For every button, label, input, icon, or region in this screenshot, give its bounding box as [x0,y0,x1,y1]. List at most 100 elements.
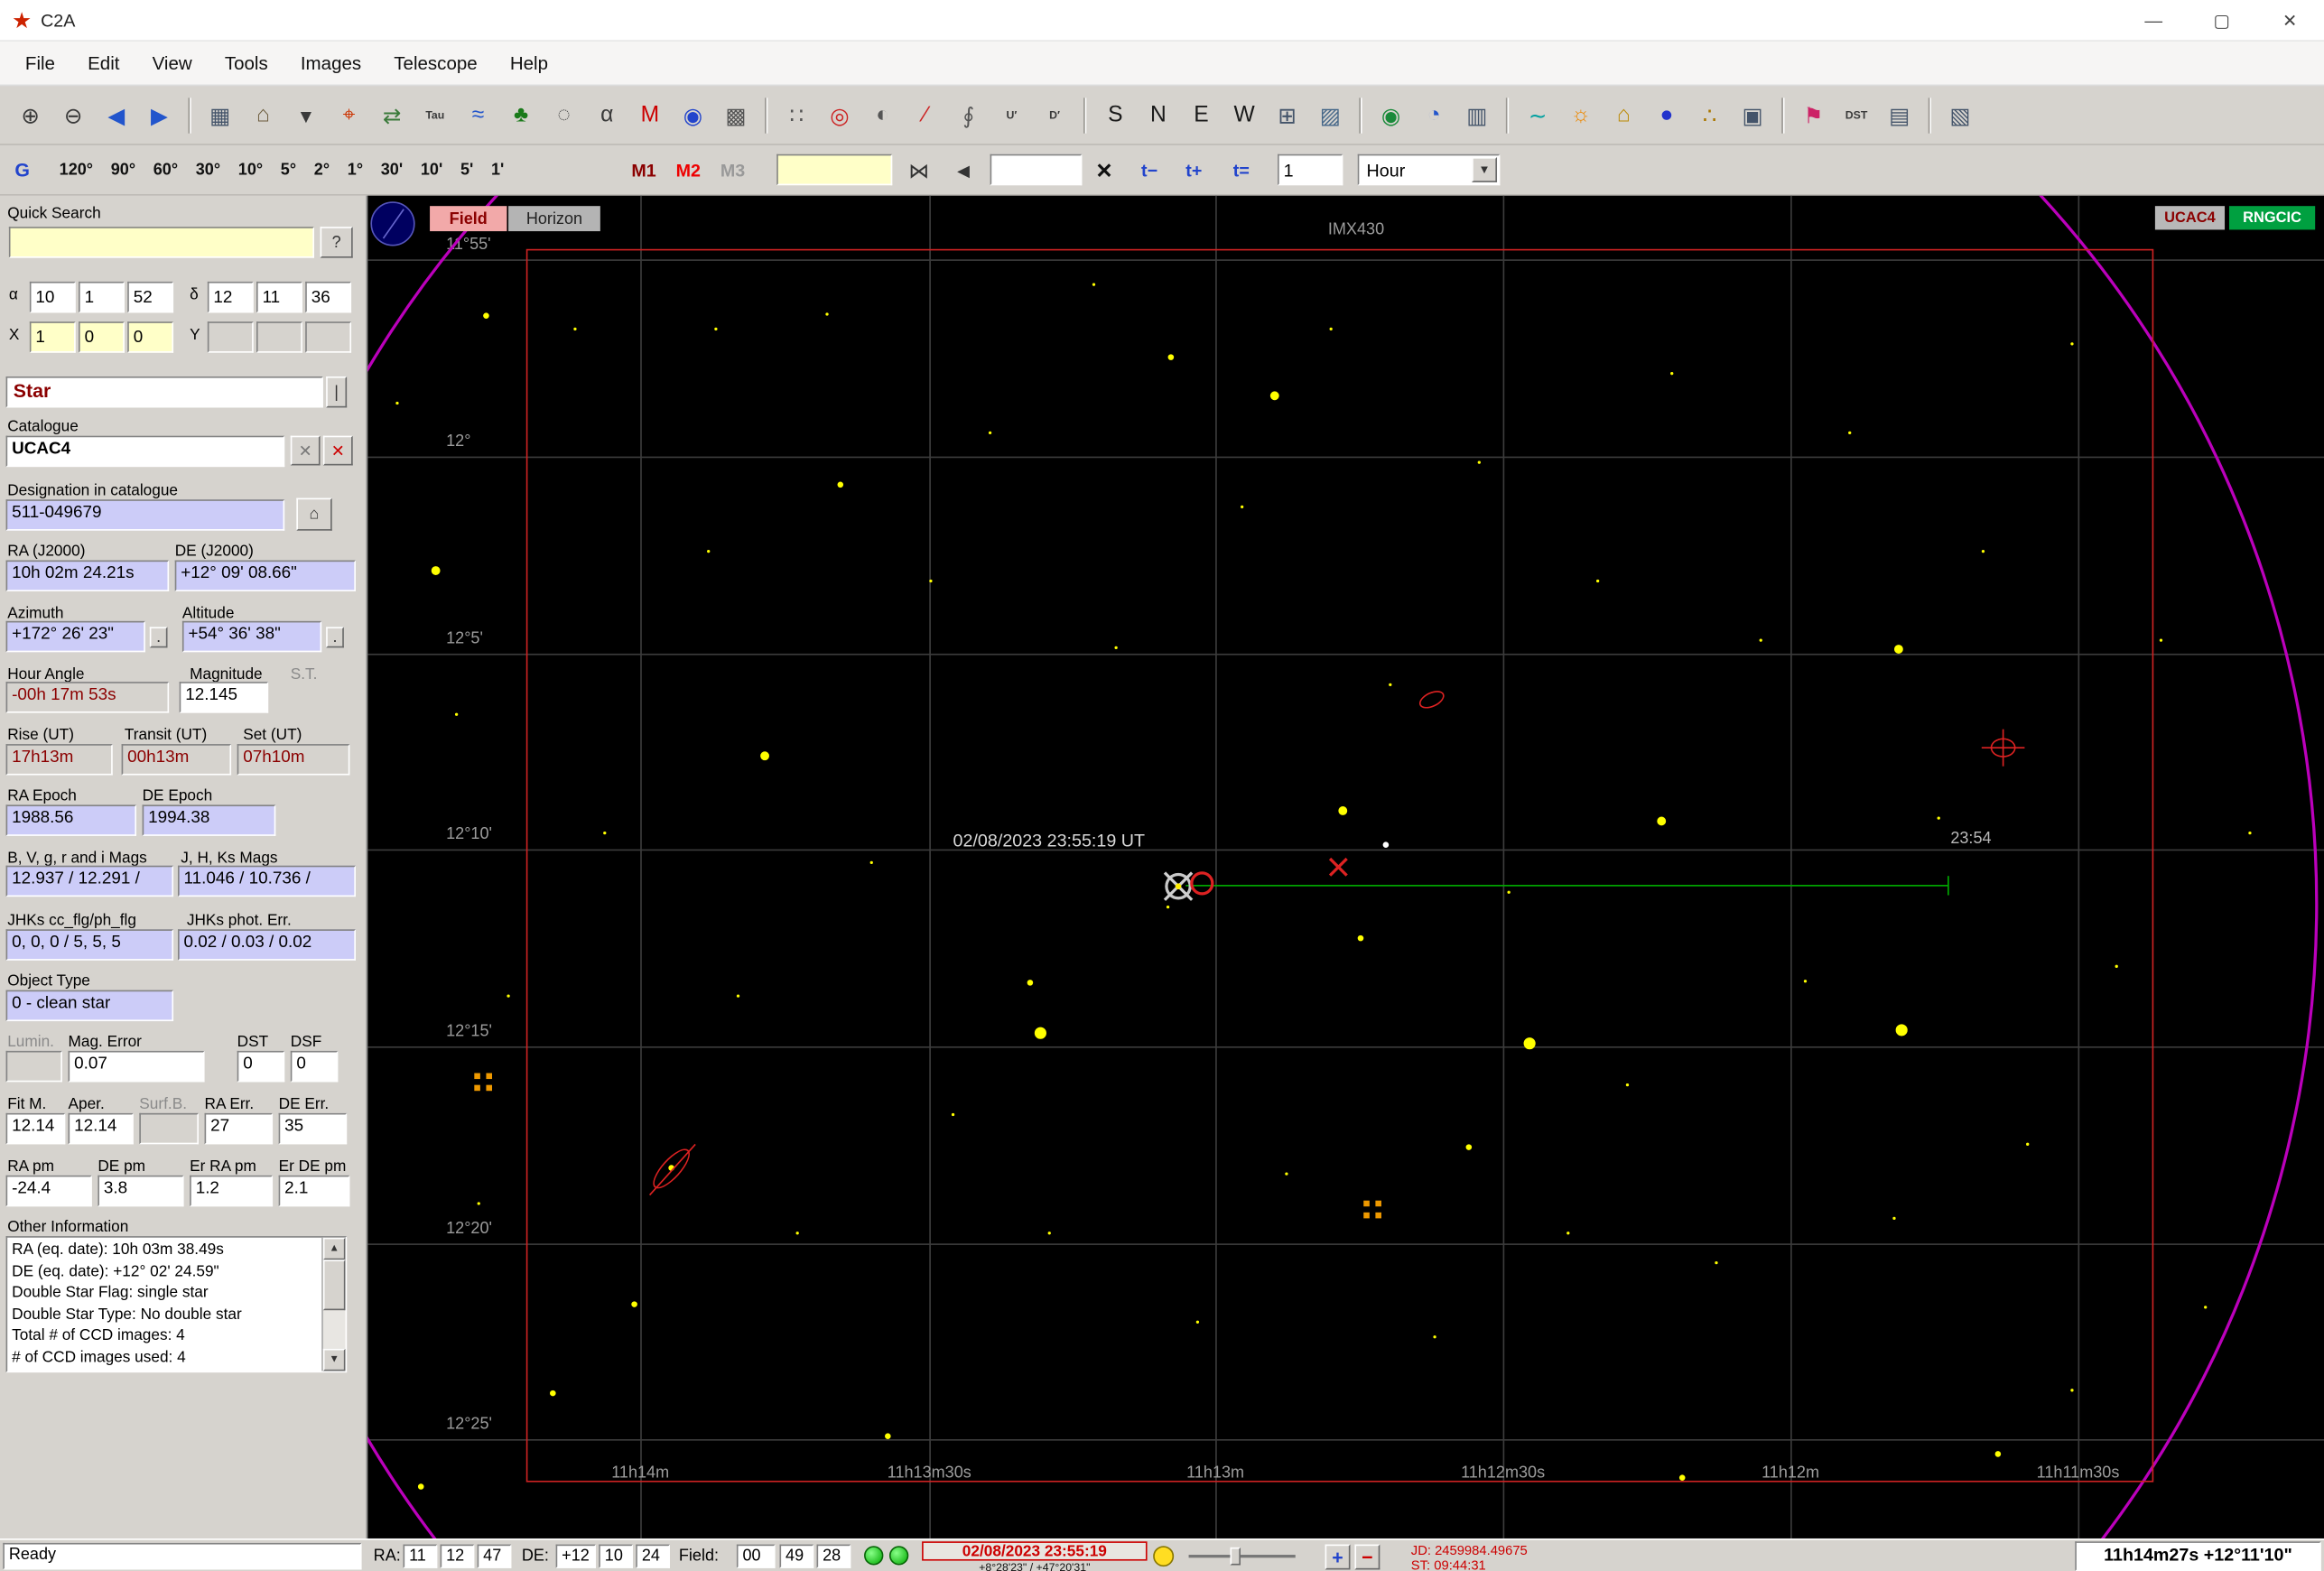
maximize-button[interactable]: ▢ [2188,0,2256,42]
deep-sky-icon[interactable]: ◉ [673,95,712,135]
reference-cross-marker[interactable] [1326,855,1350,878]
fov-button-5deg[interactable]: 5° [272,154,305,187]
y3-input[interactable] [305,321,352,353]
fov-button-1min[interactable]: 1' [482,154,513,187]
galaxy-marker[interactable] [647,1142,696,1195]
close-button[interactable]: ✕ [2256,0,2324,42]
delta-m-input[interactable] [256,281,302,313]
fov-button-5min[interactable]: 5' [451,154,482,187]
history-back-icon[interactable]: ◀ [97,95,136,135]
taurus-icon[interactable]: Tau [415,95,455,135]
comet-filter-icon[interactable]: ◄ [945,153,981,188]
east-icon[interactable]: E [1181,95,1221,135]
fov-button-60deg[interactable]: 60° [144,154,187,187]
target-icon[interactable]: ⌖ [329,95,368,135]
deepsky-labels-icon[interactable]: D′ [1035,95,1074,135]
tab-horizon[interactable]: Horizon [508,206,600,232]
quick-search-input[interactable] [8,227,315,258]
catalogue-field[interactable]: UCAC4 [5,435,285,468]
delta-d-input[interactable] [207,281,254,313]
menu-tools[interactable]: Tools [209,42,284,85]
slider-thumb[interactable] [1230,1547,1241,1566]
galaxy-marker[interactable] [1416,687,1447,712]
alpha-s-input[interactable] [127,281,174,313]
galaxy-marker[interactable] [1980,728,2024,766]
alpha-labels-icon[interactable]: α [587,95,627,135]
clear-search-button[interactable]: ✕ [1086,153,1121,188]
minimize-button[interactable]: — [2119,0,2188,42]
filter-input[interactable] [990,153,1083,186]
fov-button-2deg[interactable]: 2° [305,154,339,187]
altitude-more-button[interactable]: . [326,627,344,648]
sun-icon[interactable]: ☼ [1561,95,1601,135]
fov-button-120deg[interactable]: 120° [51,154,102,187]
m2-button[interactable]: M2 [676,160,701,181]
m1-button[interactable]: M1 [631,160,655,181]
delta-s-input[interactable] [305,281,352,313]
scroll-down-button[interactable]: ▼ [322,1348,346,1371]
dome-icon[interactable]: ⌂ [243,95,283,135]
sky-chart[interactable]: 11°55' 12° 12°5' 12°10' 12°15' 12°20' 12°25' 11… [367,195,2324,1538]
zoom-out-icon[interactable]: ⊖ [53,95,93,135]
west-icon[interactable]: W [1224,95,1264,135]
uranus-icon[interactable]: U′ [991,95,1031,135]
link-objects-icon[interactable]: ⇄ [372,95,412,135]
zoom-in-icon[interactable]: ⊕ [10,95,50,135]
object-search-input[interactable] [776,153,893,186]
designation-slew-button[interactable]: ⌂ [296,497,332,531]
milky-way-icon[interactable]: ▩ [716,95,756,135]
menu-help[interactable]: Help [494,42,564,85]
neptune-icon[interactable]: ● [1647,95,1687,135]
asteroids-icon[interactable]: ∮ [949,95,989,135]
tree-icon[interactable]: ♣ [501,95,541,135]
quick-search-help-button[interactable]: ? [320,227,353,258]
center-field-icon[interactable]: ⊞ [1268,95,1307,135]
catalogue-swap-button[interactable]: ✕ [290,435,321,466]
dst-icon[interactable]: DST [1836,95,1876,135]
status-datetime[interactable]: 02/08/2023 23:55:19 [922,1541,1148,1561]
planets-icon[interactable]: ◎ [820,95,860,135]
x2-input[interactable] [79,321,125,353]
cluster-icon[interactable]: ∴ [1689,95,1729,135]
menu-view[interactable]: View [136,42,209,85]
spectrum-icon[interactable]: ∼ [1518,95,1557,135]
m3-button[interactable]: M3 [720,160,745,181]
grid-g-button[interactable]: G [14,159,30,181]
grid-toggle-icon[interactable]: ▦ [200,95,240,135]
alpha-m-input[interactable] [79,281,125,313]
history-forward-icon[interactable]: ▶ [139,95,179,135]
flip-horizontal-icon[interactable]: ⋈ [901,153,936,188]
x3-input[interactable] [127,321,174,353]
menu-edit[interactable]: Edit [71,42,135,85]
catalogue-clear-button[interactable]: ✕ [322,435,353,466]
double-star-marker[interactable] [474,1073,492,1092]
time-minus-button[interactable]: t− [1141,160,1157,181]
chevron-down-icon[interactable]: ▼ [1472,157,1498,182]
earth-view-icon[interactable]: ◉ [1371,95,1410,135]
time-speed-slider[interactable] [1188,1547,1296,1566]
time-icon[interactable]: ◔ [1414,95,1454,135]
fov-button-10deg[interactable]: 10° [229,154,272,187]
time-now-button[interactable]: t= [1233,160,1250,181]
menu-file[interactable]: File [9,42,71,85]
ccd-camera-icon[interactable]: ▣ [1733,95,1772,135]
fov-button-30deg[interactable]: 30° [187,154,229,187]
scroll-up-button[interactable]: ▲ [322,1237,346,1260]
clipboard-icon[interactable]: ▧ [1940,95,1980,135]
dome-dropdown-icon[interactable]: ▾ [286,95,326,135]
x1-input[interactable] [29,321,76,353]
frame-rotate-icon[interactable]: ⚑ [1793,95,1833,135]
scroll-thumb[interactable] [322,1260,346,1311]
badge-rngcic[interactable]: RNGCIC [2228,206,2316,230]
panel-pin-button[interactable]: | [326,376,348,408]
y2-input[interactable] [256,321,302,353]
ephemeris-icon[interactable]: ▥ [1457,95,1497,135]
observatory-icon[interactable]: ⌂ [1604,95,1643,135]
star-density-icon[interactable]: ∷ [776,95,816,135]
horizon-fill-icon[interactable]: ▨ [1310,95,1350,135]
double-star-marker[interactable] [1363,1200,1381,1219]
messier-icon[interactable]: M [630,95,670,135]
y1-input[interactable] [207,321,254,353]
fov-button-1deg[interactable]: 1° [339,154,372,187]
designation-field[interactable]: 511-049679 [5,499,285,531]
